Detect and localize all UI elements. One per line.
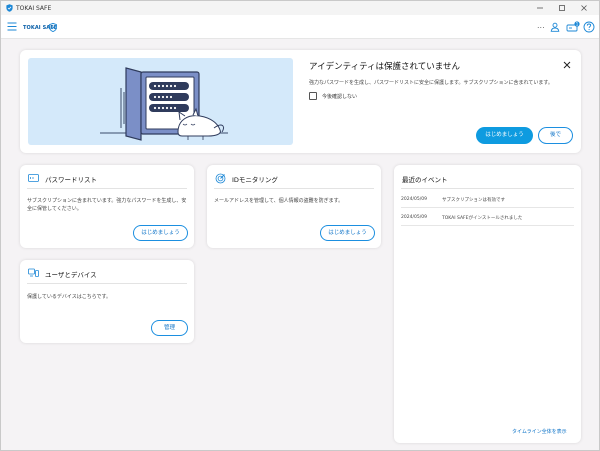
get-started-button[interactable]: はじめましょう xyxy=(476,127,533,144)
devices-icon xyxy=(28,268,39,280)
identity-banner: アイデンティティは保護されていません 強力なパスワードを生成し、パスワードリスト… xyxy=(20,50,581,153)
id-get-started-button[interactable]: はじめましょう xyxy=(320,225,375,241)
password-list-card: パスワードリスト サブスクリプションに含まれています。強力なパスワードを生成し、… xyxy=(20,165,194,248)
shield-icon xyxy=(6,4,13,14)
dont-show-again-checkbox[interactable] xyxy=(309,92,317,100)
event-text: サブスクリプションは有効です xyxy=(442,198,505,203)
notification-badge: 1 xyxy=(576,22,579,27)
id-monitoring-card: IDモニタリング メールアドレスを管理して、個人情報の盗難を防ぎます。 はじめま… xyxy=(207,165,381,248)
event-date: 2024/05/09 xyxy=(401,215,427,220)
close-icon[interactable] xyxy=(562,60,572,70)
recent-events-title: 最近のイベント xyxy=(402,176,448,184)
event-date: 2024/05/09 xyxy=(401,197,427,202)
recent-events-card: 最近のイベント 2024/05/09 サブスクリプションは有効です 2024/0… xyxy=(394,165,581,443)
close-window-icon[interactable] xyxy=(577,3,591,13)
later-button[interactable]: 後で xyxy=(538,127,573,144)
banner-description: 強力なパスワードを生成し、パスワードリストに安全に保護します。サブスクリプション… xyxy=(309,80,553,86)
more-options-icon[interactable]: ... xyxy=(537,22,545,30)
manage-button[interactable]: 管理 xyxy=(151,320,188,336)
divider xyxy=(27,188,187,189)
title-bar: TOKAI SAFE xyxy=(1,1,599,15)
id-monitoring-description: メールアドレスを管理して、個人情報の盗難を防ぎます。 xyxy=(214,198,344,204)
divider xyxy=(401,188,574,189)
window-title: TOKAI SAFE xyxy=(16,5,52,12)
divider xyxy=(27,283,187,284)
password-list-icon xyxy=(28,173,39,185)
menu-icon[interactable] xyxy=(7,22,17,33)
user-icon[interactable] xyxy=(550,22,560,34)
list-item: 2024/05/09 サブスクリプションは有効です xyxy=(401,192,574,208)
safe-illustration xyxy=(28,58,293,145)
view-timeline-link[interactable]: タイムライン全体を表示 xyxy=(512,428,567,435)
dont-show-again-label: 今後確認しない xyxy=(322,94,358,100)
password-list-description: サブスクリプションに含まれています。強力なパスワードを生成し、安全に保管してくだ… xyxy=(27,198,187,212)
toolbar: TOKAI SAFE ... 1 xyxy=(1,15,599,39)
users-devices-card: ユーザとデバイス 保護しているデバイスはこちらです。 管理 xyxy=(20,260,194,343)
users-devices-description: 保護しているデバイスはこちらです。 xyxy=(27,294,112,300)
maximize-icon[interactable] xyxy=(555,3,569,13)
event-text: TOKAI SAFEがインストールされました xyxy=(442,216,523,221)
divider xyxy=(214,188,374,189)
banner-title: アイデンティティは保護されていません xyxy=(309,62,461,72)
device-status-icon[interactable]: 1 xyxy=(566,21,580,35)
users-devices-title: ユーザとデバイス xyxy=(45,271,97,279)
radar-icon xyxy=(215,173,226,186)
password-list-title: パスワードリスト xyxy=(45,176,97,184)
help-icon[interactable] xyxy=(583,21,595,35)
logo-shield-icon xyxy=(49,22,57,34)
minimize-icon[interactable] xyxy=(533,3,547,13)
id-monitoring-title: IDモニタリング xyxy=(232,176,278,184)
list-item: 2024/05/09 TOKAI SAFEがインストールされました xyxy=(401,210,574,226)
password-get-started-button[interactable]: はじめましょう xyxy=(133,225,188,241)
app-window: TOKAI SAFE TOKAI SAFE ... 1 アイデンティティは保護さ… xyxy=(0,0,600,451)
